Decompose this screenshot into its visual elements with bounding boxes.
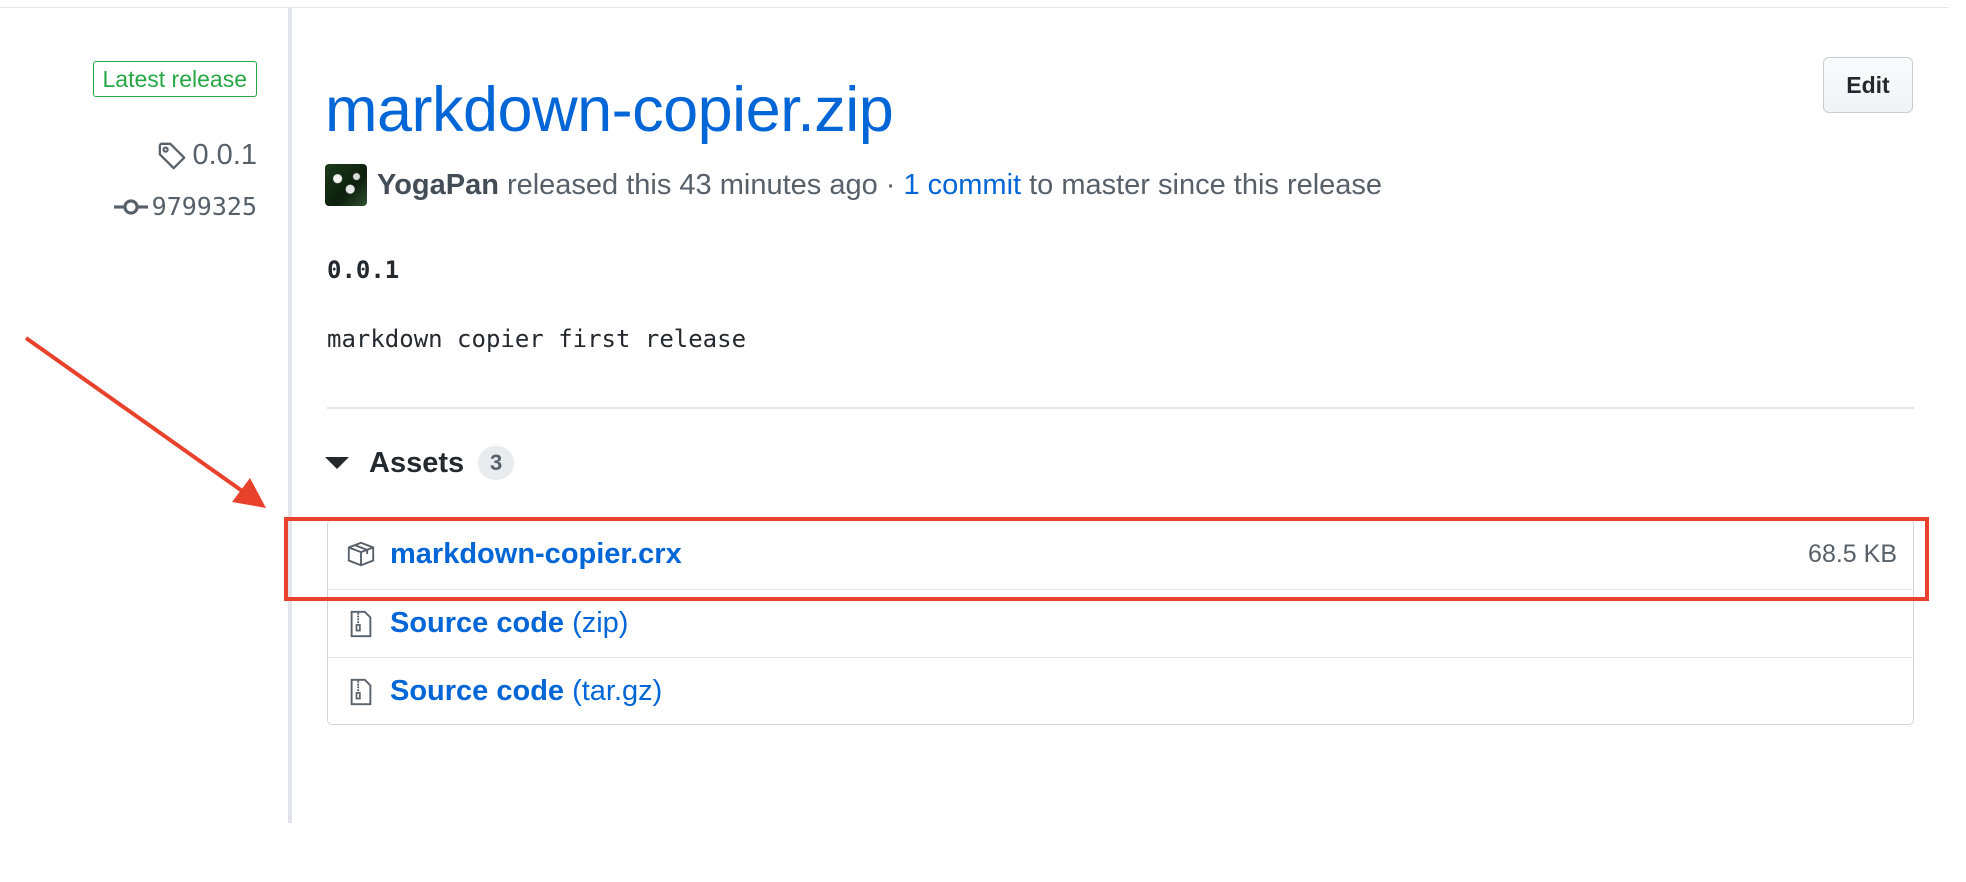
- asset-row[interactable]: Source code (tar.gz): [328, 657, 1913, 725]
- asset-name[interactable]: Source code: [390, 607, 564, 640]
- edit-button[interactable]: Edit: [1823, 57, 1913, 113]
- assets-count: 3: [478, 446, 515, 480]
- assets-label: Assets: [369, 446, 465, 479]
- caret-down-icon: [325, 457, 349, 469]
- asset-row[interactable]: markdown-copier.crx 68.5 KB: [328, 520, 1913, 588]
- asset-row[interactable]: Source code (zip): [328, 589, 1913, 657]
- notes-body: markdown copier first release: [327, 325, 747, 353]
- asset-suffix[interactable]: (tar.gz): [572, 675, 662, 708]
- released-text: released this 43 minutes ago ·: [506, 168, 896, 201]
- release-meta: YogaPan released this 43 minutes ago · 1…: [325, 164, 1382, 206]
- avatar[interactable]: [325, 164, 367, 206]
- commit-sha: 9799325: [151, 192, 257, 221]
- annotation-arrow: [24, 336, 266, 508]
- tag-label: 0.0.1: [192, 139, 258, 171]
- asset-name[interactable]: Source code: [390, 675, 564, 708]
- latest-release-badge: Latest release: [92, 61, 257, 97]
- asset-size: 68.5 KB: [1808, 539, 1897, 568]
- assets-list: markdown-copier.crx 68.5 KB Source code …: [327, 519, 1914, 725]
- commit-link[interactable]: 9799325: [113, 192, 257, 221]
- author-link[interactable]: YogaPan: [377, 169, 499, 202]
- commit-icon: [113, 198, 148, 215]
- package-icon: [347, 541, 375, 567]
- sidebar-divider: [288, 8, 292, 823]
- tag-icon: [158, 142, 185, 169]
- file-zip-icon: [350, 610, 372, 637]
- commits-link[interactable]: 1 commit: [903, 169, 1021, 202]
- release-page: Latest release 0.0.1 9799325 markdown-co…: [0, 0, 1966, 882]
- file-zip-icon: [350, 678, 372, 705]
- notes-version: 0.0.1: [327, 256, 400, 284]
- asset-name[interactable]: markdown-copier.crx: [390, 538, 682, 571]
- tag-link[interactable]: 0.0.1: [157, 139, 258, 172]
- notes-divider: [327, 407, 1914, 409]
- release-title[interactable]: markdown-copier.zip: [325, 72, 894, 148]
- assets-toggle[interactable]: Assets 3: [325, 445, 515, 481]
- asset-suffix[interactable]: (zip): [572, 607, 628, 640]
- commits-suffix: to master since this release: [1029, 168, 1383, 201]
- top-divider: [0, 7, 1948, 8]
